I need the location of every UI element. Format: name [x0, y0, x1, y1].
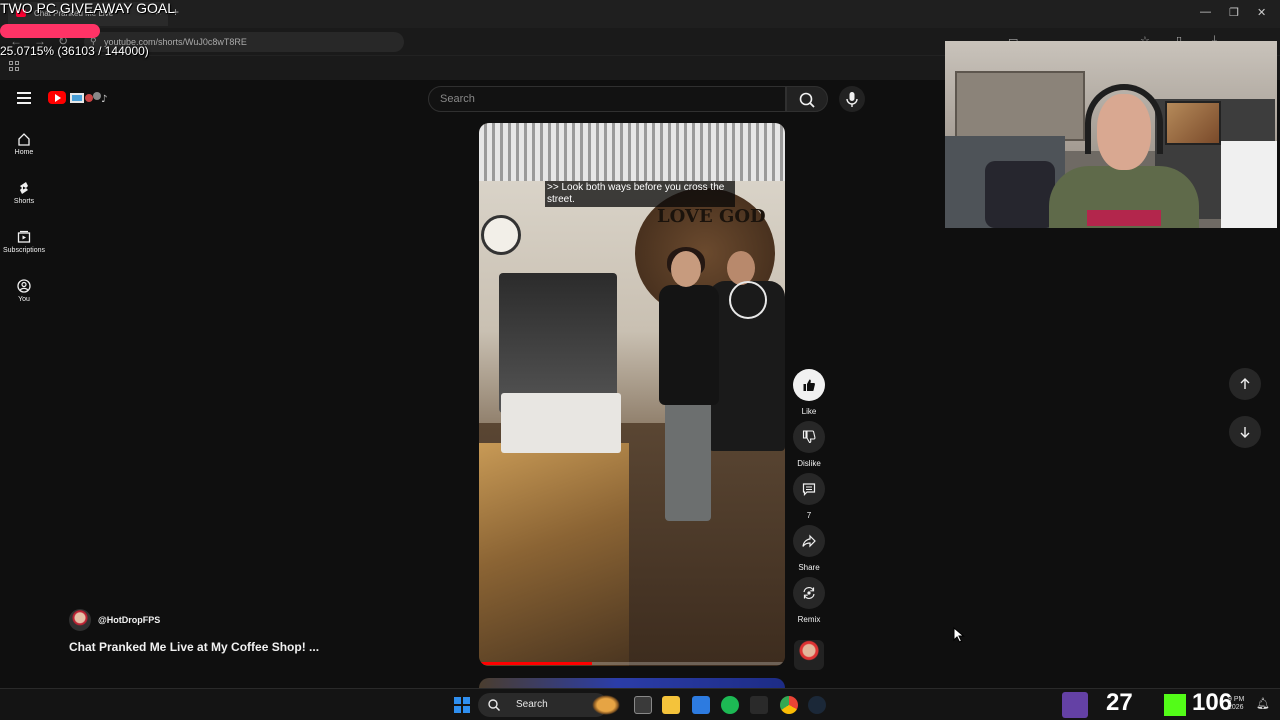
- task-view-icon[interactable]: [634, 696, 652, 714]
- search-highlight-icon: [592, 695, 620, 715]
- svg-text:♪: ♪: [101, 94, 107, 105]
- guide-item-label: Shorts: [13, 198, 35, 205]
- home-icon: [18, 133, 30, 146]
- twitch-icon: [1062, 692, 1088, 718]
- taskbar-search-label: Search: [516, 699, 548, 710]
- taskbar-search[interactable]: Search: [478, 693, 620, 717]
- thumbs-up-icon: [803, 379, 815, 391]
- search-button[interactable]: [786, 86, 828, 112]
- guide-item-subscriptions[interactable]: Subscriptions: [0, 230, 48, 254]
- dislike-label: Dislike: [797, 459, 821, 468]
- search-icon: [799, 92, 815, 108]
- video-scene-clock: [481, 215, 521, 255]
- account-icon: [17, 279, 31, 293]
- kick-icon: [1164, 694, 1186, 716]
- remix-label: Remix: [797, 615, 821, 624]
- comments-button[interactable]: 7: [793, 473, 825, 520]
- video-scene-espresso-machine: [499, 273, 617, 413]
- search-input[interactable]: Search: [428, 86, 786, 112]
- giveaway-goal-bar: [0, 24, 100, 38]
- steam-icon[interactable]: [808, 696, 826, 714]
- thumbs-down-icon: [802, 430, 816, 444]
- system-clock[interactable]: 9 PM 2026: [1228, 696, 1244, 712]
- guide-item-label: Home: [14, 149, 34, 156]
- browser-title-bar: Chat Pranked Me Live ✕ + — ❐ ✕: [0, 0, 1280, 28]
- webcam-overlay: [945, 41, 1277, 228]
- share-button[interactable]: Share: [793, 525, 825, 572]
- shorts-icon: [20, 182, 28, 194]
- video-scene-ceiling: [479, 123, 785, 181]
- video-progress-fill: [479, 662, 593, 665]
- like-label: Like: [801, 407, 817, 416]
- sign-text: LOVE GOD: [657, 206, 766, 227]
- notepad-icon[interactable]: [692, 696, 710, 714]
- dislike-button[interactable]: Dislike: [793, 421, 825, 468]
- video-caption: >> Look both ways before you cross the s…: [545, 181, 735, 207]
- chrome-icon[interactable]: [780, 696, 798, 714]
- guide-item-shorts[interactable]: Shorts: [0, 181, 48, 205]
- window-close-icon[interactable]: ✕: [1257, 6, 1266, 19]
- minimize-icon[interactable]: —: [1200, 6, 1211, 18]
- twitch-viewer-count: 27: [1106, 689, 1133, 716]
- giveaway-goal-progress: 25.0715% (36103 / 144000): [0, 44, 149, 58]
- guide-item-label: Subscriptions: [2, 247, 46, 254]
- search-icon: [488, 699, 501, 712]
- doodle-logo-icon[interactable]: ♪: [70, 90, 108, 106]
- shorts-video-player[interactable]: LOVE GOD >> Look both ways before you cr…: [479, 123, 785, 666]
- video-scene-counter: [479, 443, 629, 666]
- maximize-icon[interactable]: ❐: [1229, 6, 1239, 19]
- file-explorer-icon[interactable]: [662, 696, 680, 714]
- mouse-cursor-icon: [953, 627, 965, 643]
- clock-date: 2026: [1228, 704, 1244, 711]
- like-button[interactable]: Like: [793, 369, 825, 416]
- arrow-down-icon: [1240, 427, 1250, 438]
- voice-search-button[interactable]: [839, 86, 865, 112]
- next-short-preview[interactable]: [479, 678, 785, 688]
- video-progress-bar[interactable]: [479, 662, 785, 665]
- guide-item-you[interactable]: You: [0, 279, 48, 303]
- channel-avatar[interactable]: [69, 609, 91, 631]
- youtube-logo[interactable]: [48, 91, 66, 104]
- kick-viewer-count: 106: [1192, 689, 1233, 716]
- arrow-up-icon: [1240, 378, 1250, 389]
- comments-count: 7: [806, 511, 812, 520]
- apps-grid-icon[interactable]: [9, 61, 19, 71]
- share-label: Share: [798, 563, 820, 572]
- windows-start-icon[interactable]: [454, 697, 470, 713]
- next-short-button[interactable]: [1229, 416, 1261, 448]
- comment-icon: [802, 483, 816, 496]
- short-title[interactable]: Chat Pranked Me Live at My Coffee Shop! …: [69, 640, 319, 654]
- hudfx-icon[interactable]: [750, 696, 768, 714]
- share-icon: [802, 534, 816, 548]
- windows-taskbar: Search 27 106 9 PM 2026 🔔︎: [0, 688, 1280, 720]
- remix-button[interactable]: Remix: [793, 577, 825, 624]
- remix-icon: [803, 587, 815, 599]
- subscriptions-icon: [17, 230, 31, 243]
- microphone-icon: [846, 92, 858, 107]
- video-scene-person-front: [655, 247, 725, 531]
- menu-icon[interactable]: [17, 92, 31, 104]
- spotify-icon[interactable]: [721, 696, 739, 714]
- guide-item-label: You: [18, 296, 30, 303]
- channel-name[interactable]: @HotDropFPS: [98, 615, 160, 625]
- video-scene-register: [501, 393, 621, 453]
- giveaway-goal-title: TWO PC GIVEAWAY GOAL: [0, 0, 176, 16]
- clock-time: 9 PM: [1228, 696, 1245, 703]
- guide-item-home[interactable]: Home: [0, 132, 48, 156]
- previous-short-button[interactable]: [1229, 368, 1261, 400]
- channel-thumbnail[interactable]: [794, 640, 824, 670]
- notification-bell-icon[interactable]: 🔔︎: [1256, 697, 1270, 710]
